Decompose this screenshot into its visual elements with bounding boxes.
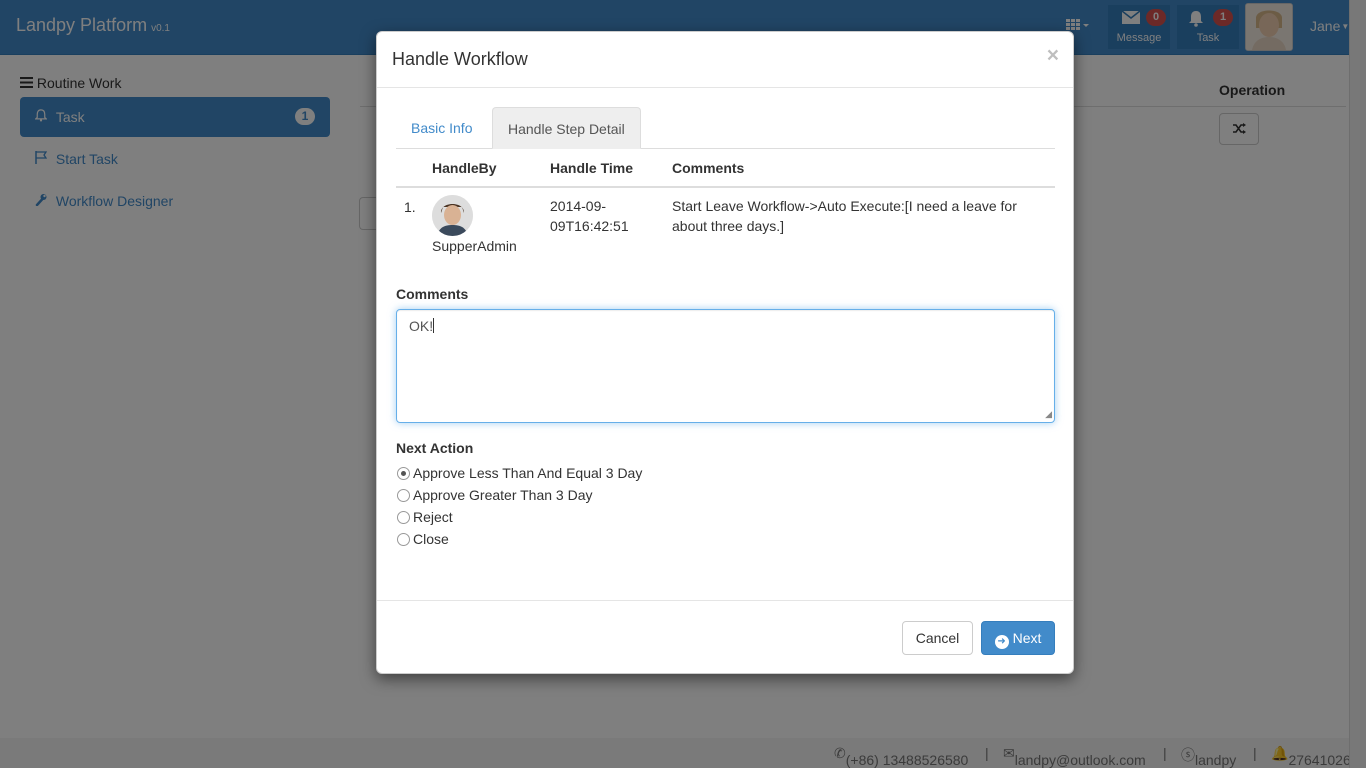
- handler-name: SupperAdmin: [432, 238, 517, 254]
- arrow-circle-right-icon: ➜: [994, 635, 1009, 649]
- next-button[interactable]: ➜ Next: [981, 621, 1055, 655]
- comments-textarea[interactable]: OK! ◢: [396, 309, 1055, 423]
- comments-label: Comments: [396, 286, 469, 302]
- modal-title: Handle Workflow: [392, 49, 528, 69]
- handle-time-line1: 2014-09-: [550, 198, 607, 214]
- handle-time-line2: 09T16:42:51: [550, 218, 629, 234]
- action-option-label: Reject: [413, 509, 453, 525]
- modal-tabs: Basic Info Handle Step Detail: [396, 107, 1055, 149]
- radio-button[interactable]: [397, 489, 410, 502]
- action-option-label: Close: [413, 531, 449, 547]
- comments-value: OK!: [409, 318, 434, 334]
- text-caret: [433, 318, 435, 333]
- cancel-button[interactable]: Cancel: [902, 621, 973, 655]
- radio-button[interactable]: [397, 533, 410, 546]
- next-button-label: Next: [1012, 630, 1042, 646]
- column-header-handle-time: Handle Time: [550, 160, 633, 176]
- radio-button[interactable]: [397, 467, 410, 480]
- column-header-comments: Comments: [672, 160, 745, 176]
- comment-line2: about three days.]: [672, 218, 785, 234]
- close-icon[interactable]: ×: [1047, 44, 1059, 68]
- modal-header: Handle Workflow ×: [377, 32, 1073, 88]
- action-option-label: Approve Less Than And Equal 3 Day: [413, 465, 643, 481]
- row-index: 1.: [404, 199, 416, 215]
- handler-avatar: [432, 195, 473, 236]
- table-header-divider: [396, 186, 1055, 188]
- resize-handle-icon[interactable]: ◢: [1045, 409, 1052, 420]
- modal-footer-divider: [377, 600, 1073, 601]
- tab-basic-info[interactable]: Basic Info: [396, 107, 487, 149]
- radio-button[interactable]: [397, 511, 410, 524]
- action-option-label: Approve Greater Than 3 Day: [413, 487, 593, 503]
- column-header-handleby: HandleBy: [432, 160, 497, 176]
- comment-line1: Start Leave Workflow->Auto Execute:[I ne…: [672, 198, 1017, 214]
- handle-workflow-modal: Handle Workflow × Basic Info Handle Step…: [376, 31, 1074, 674]
- tab-handle-step-detail[interactable]: Handle Step Detail: [492, 107, 641, 149]
- next-action-label: Next Action: [396, 440, 474, 456]
